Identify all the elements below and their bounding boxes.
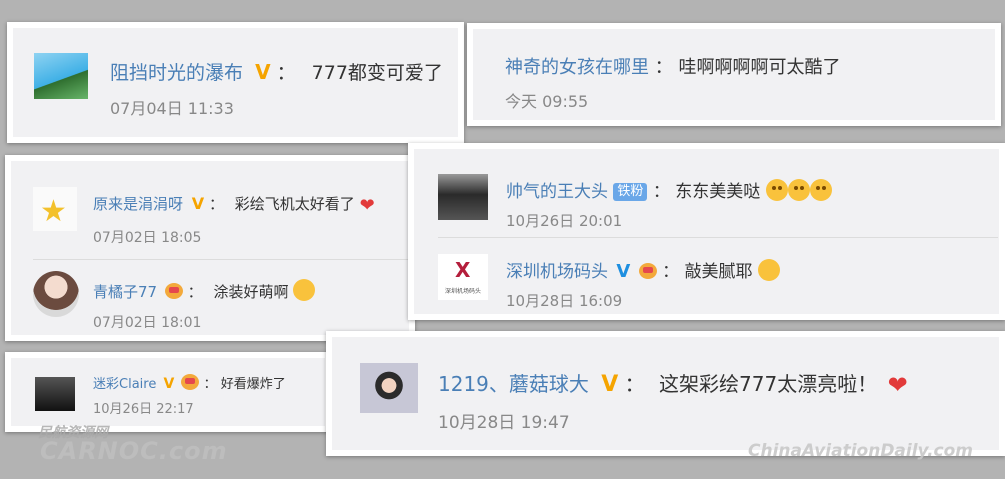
kiss-emoji-icon [787, 179, 810, 201]
comment-username[interactable]: 帅气的王大头 [506, 182, 608, 202]
comment-card-5: 迷彩Claire V ： 好看爆炸了 10月26日 22:17 [5, 352, 331, 432]
heart-icon: ❤ [887, 371, 908, 399]
comment-text: 东东美美哒 [675, 182, 761, 202]
comment-separator: ： [187, 283, 203, 301]
comment-username[interactable]: 1219、蘑菇球大 [438, 372, 589, 396]
avatar[interactable] [438, 174, 488, 220]
vip-level-icon [181, 374, 200, 390]
comment-username[interactable]: 青橘子77 [93, 283, 157, 301]
watermark-carnoc: CARNOC.com [40, 437, 228, 465]
comment-card-2: 神奇的女孩在哪里 ： 哇啊啊啊啊可太酷了 今天 09:55 [467, 23, 1001, 126]
avatar[interactable] [33, 271, 79, 317]
comment-text: 哇啊啊啊啊可太酷了 [678, 57, 841, 78]
comment-card-4: 帅气的王大头 铁粉 ： 东东美美哒 10月26日 20:01 X 深圳机场码头 … [408, 143, 1005, 320]
comment-text: 彩绘飞机太好看了 [234, 195, 355, 213]
comment-separator: ： [652, 182, 670, 202]
vip-badge-icon: V [191, 194, 205, 213]
avatar[interactable] [35, 377, 75, 411]
comment-text: 涂装好萌啊 [213, 283, 289, 301]
comment-text: 好看爆炸了 [220, 377, 286, 392]
avatar[interactable] [360, 363, 418, 413]
verified-badge-icon: V [616, 261, 631, 282]
vip-badge-icon: V [255, 60, 271, 84]
watermark-chinaaviationdaily: ChinaAviationDaily.com [748, 441, 974, 461]
comment-time: 10月26日 20:01 [506, 212, 623, 230]
comment-separator: ： [208, 195, 224, 213]
comment-time: 07月04日 11:33 [110, 99, 234, 118]
heart-icon: ❤ [359, 195, 375, 216]
fan-badge: 铁粉 [613, 183, 648, 201]
comment-separator: ： [276, 62, 296, 84]
vip-level-icon [164, 283, 183, 299]
heart-eyes-emoji-icon [757, 259, 780, 281]
comment-text: 777都变可爱了 [311, 62, 443, 84]
comment-time: 07月02日 18:01 [93, 315, 202, 331]
comment-card-1: 阻挡时光的瀑布 V ： 777都变可爱了 07月04日 11:33 [7, 22, 464, 143]
avatar-caption: 深圳机场码头 [444, 288, 481, 295]
comment-time: 10月28日 19:47 [438, 413, 570, 433]
kiss-emoji-icon [765, 179, 788, 201]
comment-username[interactable]: 阻挡时光的瀑布 [110, 62, 243, 84]
comment-time: 今天 09:55 [505, 92, 589, 111]
comment-card-3: ★ 原来是涓涓呀 V ： 彩绘飞机太好看了 ❤ 07月02日 18:05 青橘子… [5, 155, 415, 341]
divider [438, 237, 998, 238]
comment-username[interactable]: 原来是涓涓呀 [93, 195, 183, 213]
avatar[interactable] [34, 53, 88, 99]
avatar[interactable]: ★ [33, 187, 77, 231]
comment-time: 10月26日 22:17 [93, 402, 194, 417]
comment-separator: ： [662, 262, 680, 282]
vip-level-icon [638, 263, 657, 279]
comment-separator: ： [624, 372, 645, 396]
comment-username[interactable]: 迷彩Claire [93, 377, 156, 392]
airport-logo-icon: X [455, 258, 471, 282]
vip-badge-icon: V [601, 372, 619, 397]
comment-separator: ： [203, 377, 217, 392]
comment-time: 10月28日 16:09 [506, 292, 623, 310]
grin-emoji-icon [293, 279, 316, 301]
comment-text: 敲美腻耶 [684, 262, 753, 282]
comment-username[interactable]: 深圳机场码头 [506, 262, 608, 282]
divider [33, 259, 413, 260]
vip-badge-icon: V [163, 376, 175, 392]
star-icon: ★ [40, 194, 67, 229]
avatar[interactable]: X 深圳机场码头 [438, 254, 488, 300]
comment-username[interactable]: 神奇的女孩在哪里 [505, 57, 649, 78]
comment-card-6: 1219、蘑菇球大 V ： 这架彩绘777太漂亮啦！ ❤ 10月28日 19:4… [326, 331, 1005, 456]
comment-time: 07月02日 18:05 [93, 230, 202, 246]
kiss-emoji-icon [809, 179, 832, 201]
comment-separator: ： [654, 57, 673, 78]
comment-text: 这架彩绘777太漂亮啦！ [659, 372, 878, 396]
